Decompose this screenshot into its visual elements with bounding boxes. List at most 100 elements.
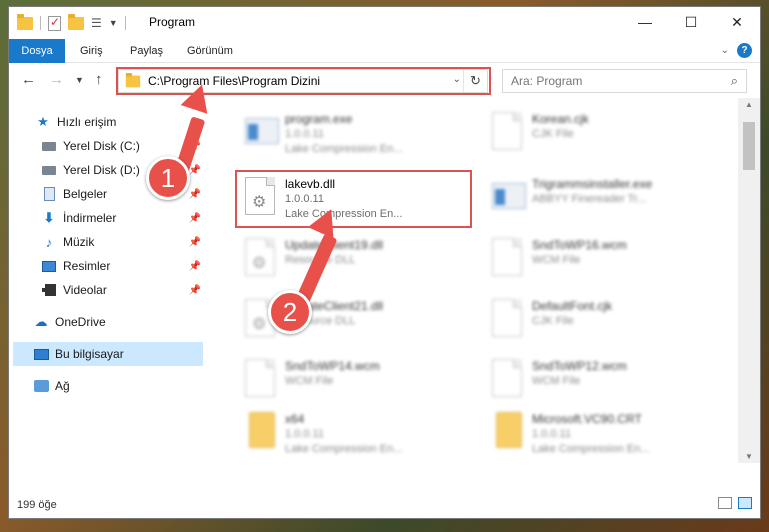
file-item[interactable]: ⚙ UpdateClient19.dll Resource DLL bbox=[235, 232, 475, 288]
ribbon-tabs: Dosya Giriş Paylaş Görünüm ⌄ ? bbox=[9, 39, 760, 63]
minimize-button[interactable]: — bbox=[622, 7, 668, 37]
sidebar-item-label: Müzik bbox=[63, 235, 95, 249]
window-title: Program bbox=[149, 15, 196, 29]
sidebar-item-label: Hızlı erişim bbox=[57, 115, 117, 129]
file-item[interactable]: Korean.cjk CJK File bbox=[482, 106, 722, 162]
document-icon bbox=[492, 299, 526, 339]
pin-icon[interactable]: 📌 bbox=[189, 237, 201, 248]
file-detail: 1.0.0.11 bbox=[532, 428, 571, 440]
file-detail: CJK File bbox=[532, 128, 574, 140]
separator bbox=[124, 16, 126, 30]
file-item[interactable]: x64 1.0.0.11 Lake Compression En... bbox=[235, 406, 475, 462]
tiles-view-icon[interactable] bbox=[738, 497, 752, 509]
document-icon bbox=[492, 238, 526, 278]
properties-icon[interactable] bbox=[48, 15, 61, 31]
details-view-icon[interactable] bbox=[718, 497, 732, 509]
dll-gear-icon: ⚙ bbox=[245, 238, 279, 278]
search-icon: ⌕ bbox=[730, 73, 738, 88]
file-name: x64 bbox=[285, 412, 305, 426]
file-item[interactable]: Trigrammsinstaller.exe ABBYY Finereader … bbox=[482, 171, 722, 227]
file-detail: 1.0.0.11 bbox=[285, 428, 324, 440]
close-button[interactable]: ✕ bbox=[714, 7, 760, 37]
recent-locations-chevron-icon[interactable]: ▼ bbox=[75, 75, 84, 85]
scroll-up-arrow-icon[interactable]: ▲ bbox=[738, 100, 760, 109]
sidebar-item-network[interactable]: Ağ bbox=[33, 374, 205, 398]
disk-icon bbox=[41, 138, 57, 154]
view-toggle bbox=[718, 497, 752, 509]
pin-icon[interactable]: 📌 bbox=[189, 189, 201, 200]
file-detail: WCM File bbox=[285, 375, 334, 387]
download-icon: ⬇ bbox=[43, 210, 55, 225]
help-icon[interactable]: ? bbox=[737, 43, 752, 58]
up-arrow-icon[interactable]: ↑ bbox=[95, 71, 103, 88]
window-controls: — ☐ ✕ bbox=[622, 7, 760, 37]
sidebar-item-label: Videolar bbox=[63, 283, 107, 297]
search-box[interactable]: ⌕ bbox=[502, 69, 747, 93]
music-icon: ♪ bbox=[45, 234, 53, 250]
sidebar-item-label: Yerel Disk (D:) bbox=[63, 163, 140, 177]
view-options-icon[interactable]: ☰ bbox=[91, 16, 102, 30]
customize-toolbar-chevron-icon[interactable]: ▼ bbox=[109, 18, 118, 28]
file-name: Microsoft.VC90.CRT bbox=[532, 412, 642, 426]
vertical-scrollbar[interactable]: ▲ ▼ bbox=[738, 98, 760, 463]
scrollbar-thumb[interactable] bbox=[743, 122, 755, 170]
sidebar-item-label: Resimler bbox=[63, 259, 111, 273]
explorer-window: ☰ ▼ Program — ☐ ✕ Dosya Giriş Paylaş Gör… bbox=[8, 6, 761, 519]
document-icon bbox=[492, 112, 526, 152]
exe-icon bbox=[492, 177, 526, 217]
file-detail: Lake Compression En... bbox=[285, 143, 403, 155]
folder-icon[interactable] bbox=[17, 13, 33, 30]
pin-icon[interactable]: 📌 bbox=[189, 261, 201, 272]
disk-icon bbox=[41, 162, 57, 178]
picture-icon bbox=[41, 258, 57, 274]
file-name: SndToWP14.wcm bbox=[285, 359, 380, 373]
file-item[interactable]: SndToWP12.wcm WCM File bbox=[482, 353, 722, 409]
tab-giris[interactable]: Giriş bbox=[80, 39, 103, 63]
forward-arrow-icon[interactable]: → bbox=[49, 71, 64, 88]
file-item[interactable]: Microsoft.VC90.CRT 1.0.0.11 Lake Compres… bbox=[482, 406, 722, 462]
step-badge-1: 1 bbox=[146, 156, 190, 200]
file-detail: Lake Compression En... bbox=[285, 443, 403, 455]
sidebar-item-onedrive[interactable]: ☁ OneDrive bbox=[33, 310, 205, 334]
file-item[interactable]: DefaultFont.cjk CJK File bbox=[482, 293, 722, 349]
sidebar-item-label: OneDrive bbox=[55, 315, 106, 329]
tab-dosya[interactable]: Dosya bbox=[9, 39, 65, 63]
sidebar-item-downloads[interactable]: ⬇ İndirmeler 📌 bbox=[41, 206, 205, 230]
file-name: SndToWP16.wcm bbox=[532, 238, 627, 252]
sidebar-item-label: Yerel Disk (C:) bbox=[63, 139, 140, 153]
file-highlight-box bbox=[235, 170, 472, 228]
back-arrow-icon[interactable]: ← bbox=[21, 71, 36, 88]
file-item[interactable]: SndToWP14.wcm WCM File bbox=[235, 353, 475, 409]
search-input[interactable] bbox=[511, 74, 691, 88]
separator bbox=[40, 16, 41, 30]
file-name: Korean.cjk bbox=[532, 112, 589, 126]
navigation-bar: ← → ▼ ↑ C:\Program Files\Program Dizini … bbox=[9, 64, 760, 98]
expand-ribbon-chevron-icon[interactable]: ⌄ bbox=[721, 45, 729, 56]
tab-paylas[interactable]: Paylaş bbox=[130, 39, 163, 63]
document-icon bbox=[245, 359, 279, 399]
exe-icon bbox=[245, 112, 279, 152]
sidebar-item-videos[interactable]: Videolar 📌 bbox=[41, 278, 205, 302]
scroll-down-arrow-icon[interactable]: ▼ bbox=[738, 452, 760, 461]
file-list: program.exe 1.0.0.11 Lake Compression En… bbox=[207, 98, 740, 463]
file-item[interactable]: program.exe 1.0.0.11 Lake Compression En… bbox=[235, 106, 475, 162]
file-item[interactable]: SndToWP16.wcm WCM File bbox=[482, 232, 722, 288]
video-icon bbox=[41, 282, 57, 298]
sidebar-item-this-pc[interactable]: Bu bilgisayar bbox=[13, 342, 203, 366]
maximize-button[interactable]: ☐ bbox=[668, 7, 714, 37]
new-folder-icon[interactable] bbox=[68, 13, 84, 30]
document-icon bbox=[41, 186, 57, 202]
folder-icon bbox=[492, 412, 526, 452]
file-name: SndToWP12.wcm bbox=[532, 359, 627, 373]
cloud-icon: ☁ bbox=[34, 314, 48, 329]
sidebar-item-quick-access[interactable]: ★ Hızlı erişim bbox=[35, 110, 205, 134]
ribbon-right-controls: ⌄ ? bbox=[721, 43, 752, 58]
file-detail: WCM File bbox=[532, 375, 581, 387]
pin-icon[interactable]: 📌 bbox=[189, 285, 201, 296]
pin-icon[interactable]: 📌 bbox=[189, 213, 201, 224]
sidebar-item-music[interactable]: ♪ Müzik 📌 bbox=[41, 230, 205, 254]
tab-gorunum[interactable]: Görünüm bbox=[187, 39, 233, 63]
sidebar-item-label: Belgeler bbox=[63, 187, 108, 201]
navigation-pane: ★ Hızlı erişim Yerel Disk (C:) 📌 Yerel D… bbox=[9, 98, 207, 463]
sidebar-item-pictures[interactable]: Resimler 📌 bbox=[41, 254, 205, 278]
